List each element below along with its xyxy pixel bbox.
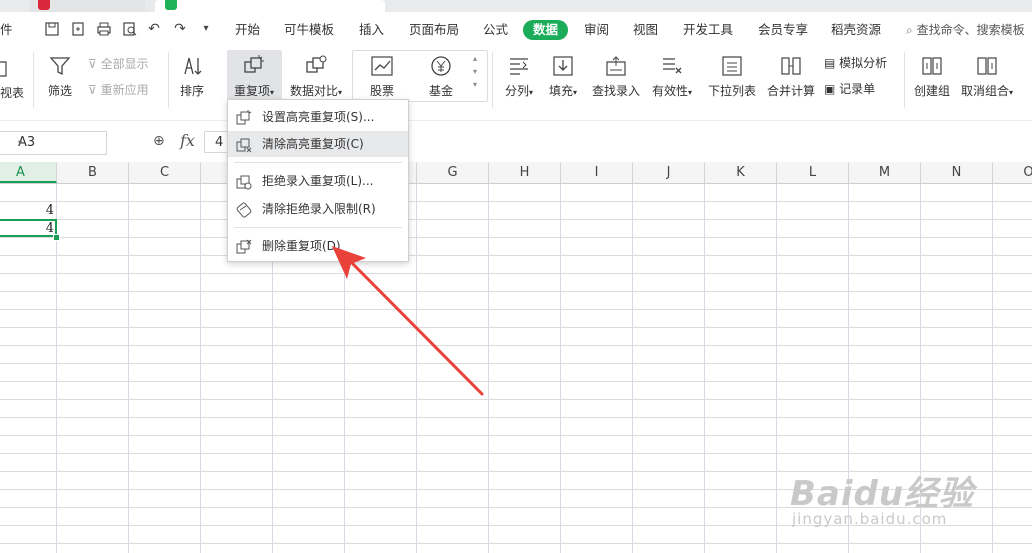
- watermark-url: jingyan.baidu.com: [792, 510, 948, 528]
- baidu-watermark: Baidu经验 jingyan.baidu.com: [790, 458, 990, 538]
- watermark-brand: Baidu经验: [790, 474, 975, 514]
